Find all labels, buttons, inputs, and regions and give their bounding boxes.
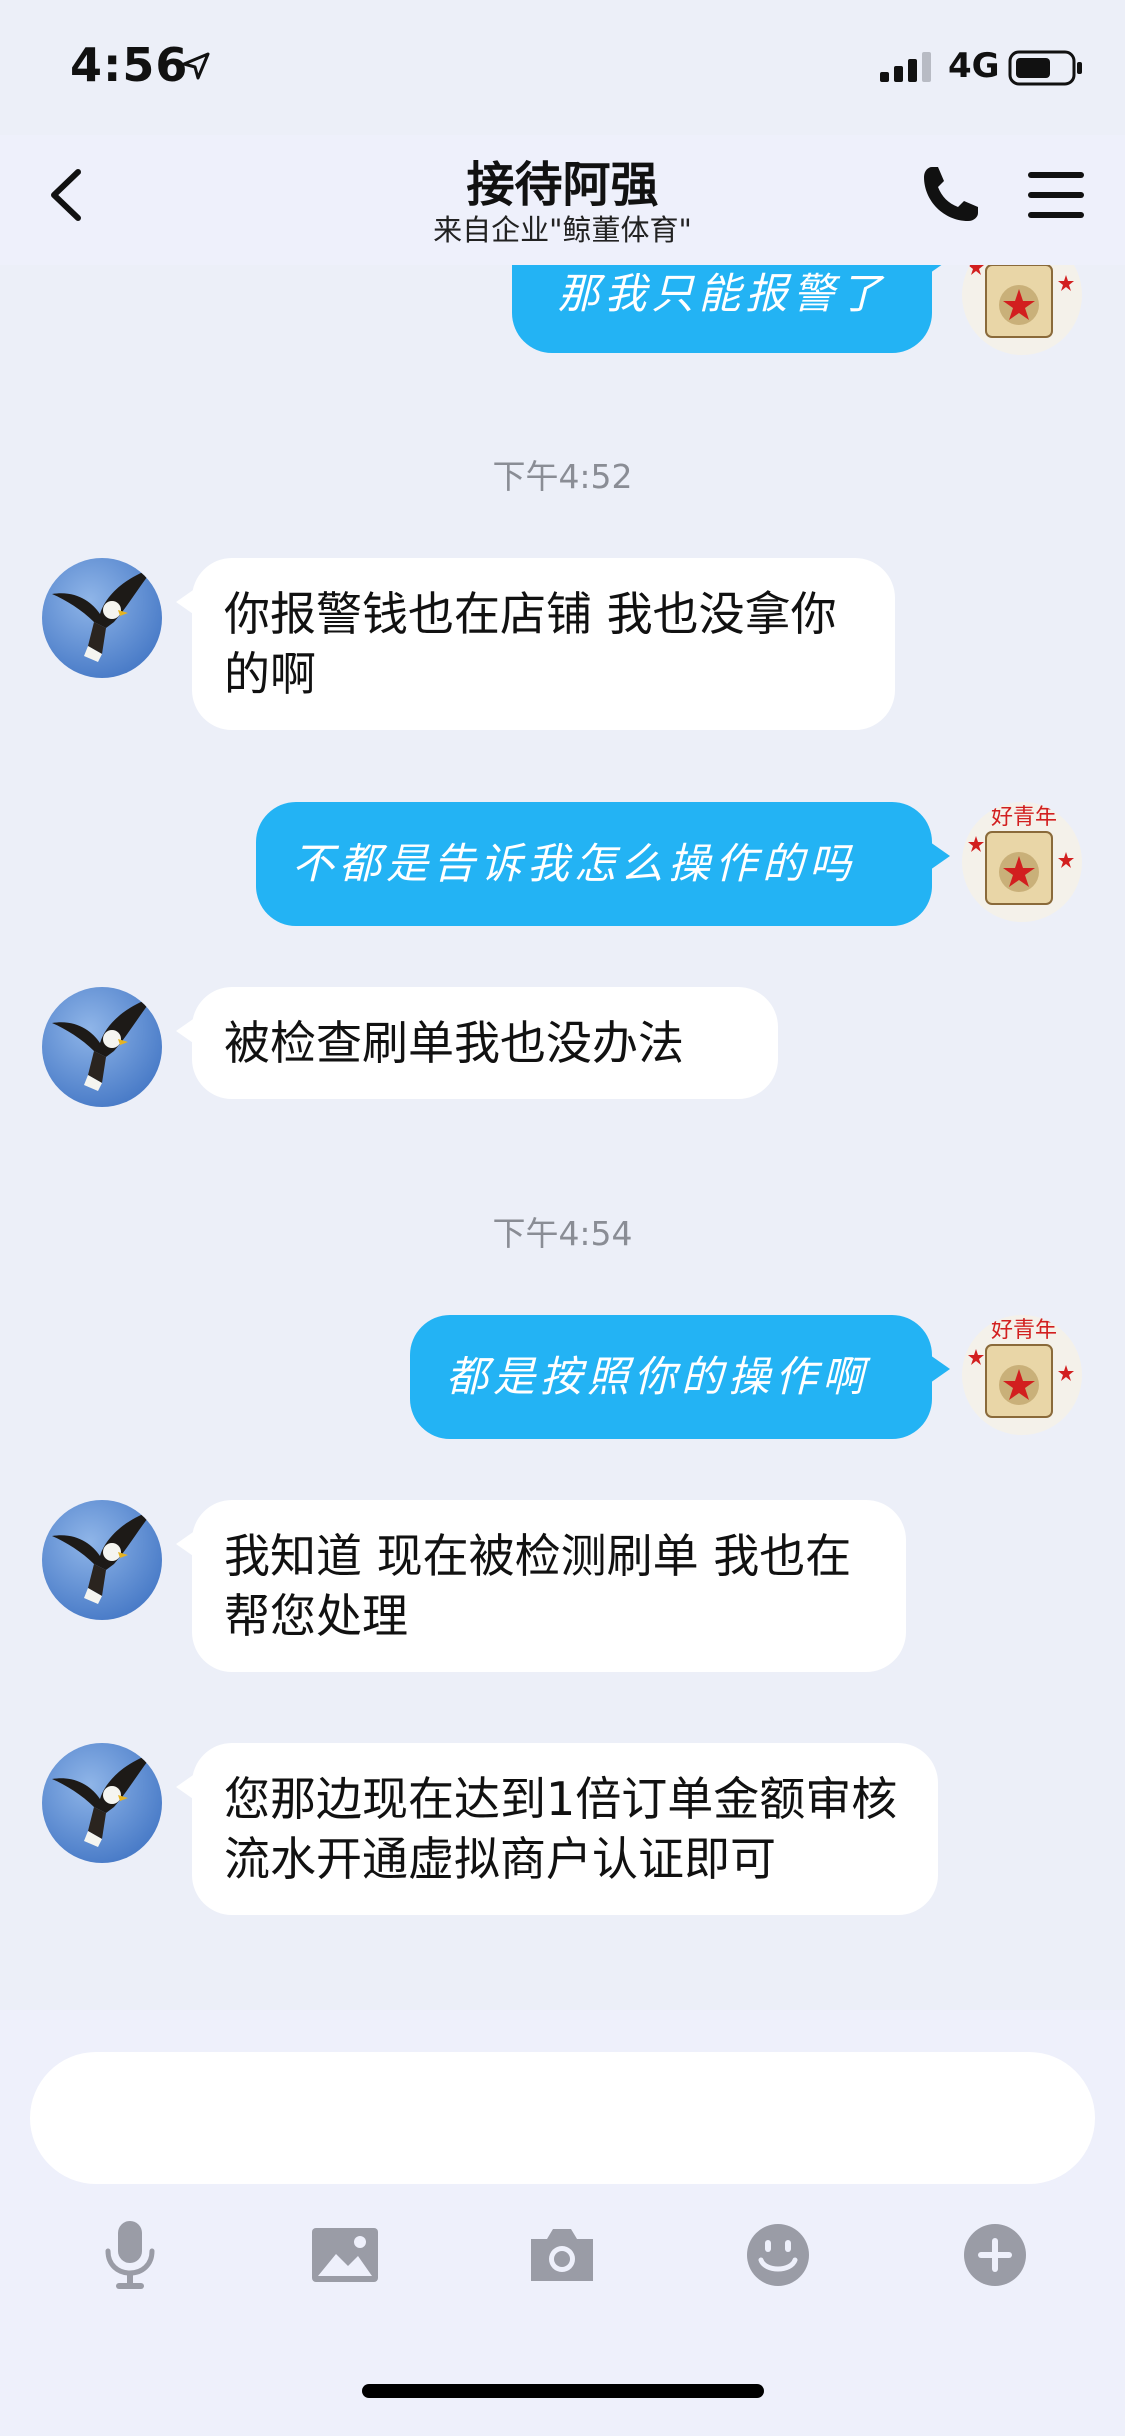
menu-button[interactable]	[1026, 169, 1086, 221]
message-outgoing[interactable]: 不都是告诉我怎么操作的吗	[256, 802, 950, 926]
message-text: 您那边现在达到1倍订单金额审核流水开通虚拟商户认证即可	[224, 1772, 898, 1886]
home-indicator[interactable]	[362, 2384, 764, 2398]
contact-avatar[interactable]	[42, 558, 162, 678]
camera-icon	[531, 2229, 593, 2281]
call-button[interactable]	[918, 163, 982, 227]
eagle-avatar-icon	[52, 1753, 154, 1847]
phone-icon	[924, 167, 978, 221]
more-button[interactable]	[955, 2215, 1035, 2295]
message-incoming[interactable]: 你报警钱也在店铺 我也没拿你的啊	[176, 558, 895, 730]
message-text: 都是按照你的操作啊	[446, 1352, 870, 1401]
message-timestamp: 下午4:52	[492, 457, 633, 496]
hamburger-menu-icon	[1028, 172, 1084, 218]
good-youth-badge-icon: 好青年	[968, 805, 1074, 905]
network-type: 4G	[948, 46, 1000, 86]
microphone-icon	[105, 2221, 155, 2289]
message-text: 被检查刷单我也没办法	[224, 1016, 684, 1070]
eagle-avatar-icon	[52, 1510, 154, 1604]
badge-label: 好青年	[991, 805, 1057, 830]
message-text: 你报警钱也在店铺 我也没拿你的啊	[224, 587, 837, 701]
camera-button[interactable]	[522, 2215, 602, 2295]
contact-avatar[interactable]	[42, 1743, 162, 1863]
chat-header: 接待阿强 来自企业"鲸董体育"	[0, 135, 1125, 265]
emoji-icon	[747, 2224, 809, 2286]
voice-button[interactable]	[90, 2215, 170, 2295]
message-incoming[interactable]: 我知道 现在被检测刷单 我也在帮您处理	[176, 1500, 906, 1672]
message-incoming[interactable]: 您那边现在达到1倍订单金额审核流水开通虚拟商户认证即可	[176, 1743, 938, 1915]
my-avatar[interactable]: 好青年	[962, 1315, 1082, 1435]
image-icon	[312, 2228, 378, 2282]
good-youth-badge-icon	[968, 265, 1074, 338]
cellular-signal-icon	[880, 52, 931, 82]
battery-icon	[1008, 50, 1082, 86]
contact-avatar[interactable]	[42, 987, 162, 1107]
message-text: 我知道 现在被检测刷单 我也在帮您处理	[224, 1529, 852, 1643]
message-outgoing[interactable]: 都是按照你的操作啊	[410, 1315, 950, 1439]
image-button[interactable]	[305, 2215, 385, 2295]
message-timestamp: 下午4:54	[492, 1214, 633, 1253]
badge-label: 好青年	[991, 1318, 1057, 1343]
contact-avatar[interactable]	[42, 1500, 162, 1620]
message-text: 不都是告诉我怎么操作的吗	[292, 839, 857, 888]
plus-icon	[964, 2224, 1026, 2286]
message-input[interactable]	[30, 2052, 1095, 2184]
eagle-avatar-icon	[52, 568, 154, 662]
my-avatar[interactable]: 好青年	[962, 802, 1082, 922]
my-avatar[interactable]	[962, 265, 1082, 355]
message-incoming[interactable]: 被检查刷单我也没办法	[176, 987, 778, 1099]
message-list[interactable]: 那我只能报警了 下午4:52 你报警钱也在店铺 我也没拿你的啊 不都是告诉我怎么…	[0, 265, 1125, 2010]
message-outgoing[interactable]: 那我只能报警了	[512, 265, 950, 353]
location-arrow-icon	[182, 52, 210, 80]
eagle-avatar-icon	[52, 997, 154, 1091]
composer	[0, 2010, 1125, 2436]
message-text: 那我只能报警了	[557, 269, 887, 318]
status-time: 4:56	[70, 38, 189, 92]
status-bar: 4:56 4G	[0, 0, 1125, 135]
good-youth-badge-icon: 好青年	[968, 1318, 1074, 1418]
emoji-button[interactable]	[738, 2215, 818, 2295]
